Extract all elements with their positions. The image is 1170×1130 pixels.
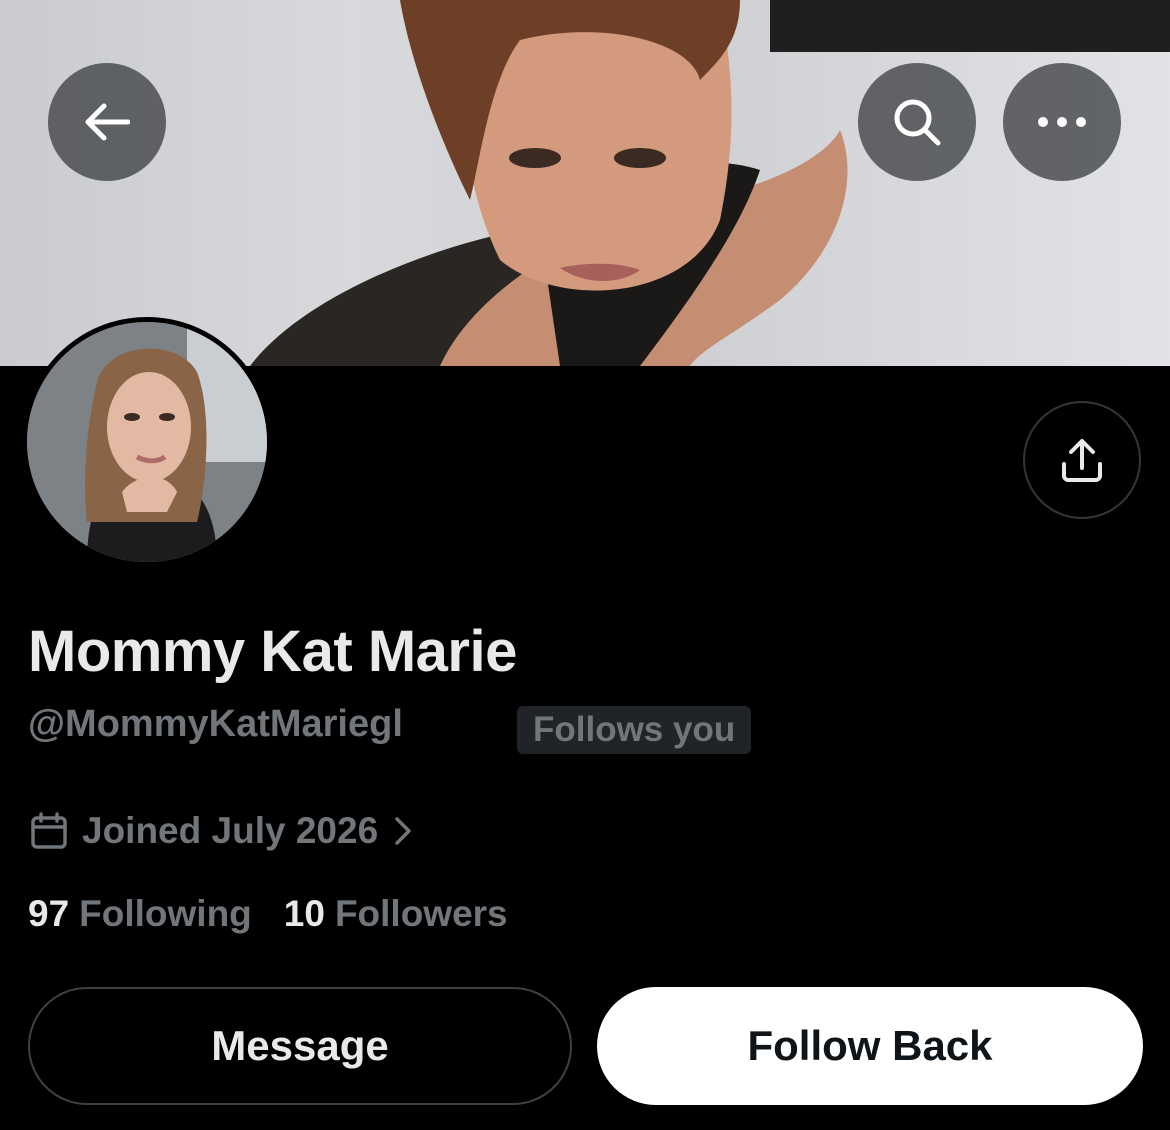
message-button[interactable]: Message: [28, 987, 572, 1105]
followers-stat[interactable]: 10 Followers: [284, 893, 508, 935]
following-count: 97: [28, 893, 70, 934]
avatar-photo: [27, 322, 267, 562]
avatar: [27, 322, 267, 562]
share-icon: [1062, 439, 1102, 482]
back-button[interactable]: [48, 63, 166, 181]
follows-you-badge: Follows you: [517, 706, 752, 754]
search-button[interactable]: [858, 63, 976, 181]
following-label: Following: [79, 893, 252, 934]
followers-count: 10: [283, 893, 325, 934]
calendar-icon: [31, 812, 67, 849]
avatar-frame[interactable]: [22, 317, 272, 567]
followers-label: Followers: [334, 893, 508, 934]
more-horizontal-icon: [1038, 117, 1086, 127]
follow-stats: 97 Following 10 Followers: [28, 893, 508, 935]
joined-date-row[interactable]: Joined July 2026: [30, 808, 412, 854]
more-options-button[interactable]: [1003, 63, 1121, 181]
user-handle: @MommyKatMariegl: [28, 703, 403, 745]
follow-back-button[interactable]: Follow Back: [597, 987, 1143, 1105]
display-name: Mommy Kat Marie: [28, 619, 517, 684]
banner-photo: [250, 0, 1170, 366]
profile-banner[interactable]: [0, 0, 1170, 366]
following-stat[interactable]: 97 Following: [28, 893, 252, 935]
chevron-right-icon: [395, 817, 411, 845]
arrow-left-icon: [85, 103, 130, 141]
share-button[interactable]: [1023, 401, 1141, 519]
search-icon: [894, 99, 941, 146]
joined-date: Joined July 2026: [82, 810, 379, 851]
